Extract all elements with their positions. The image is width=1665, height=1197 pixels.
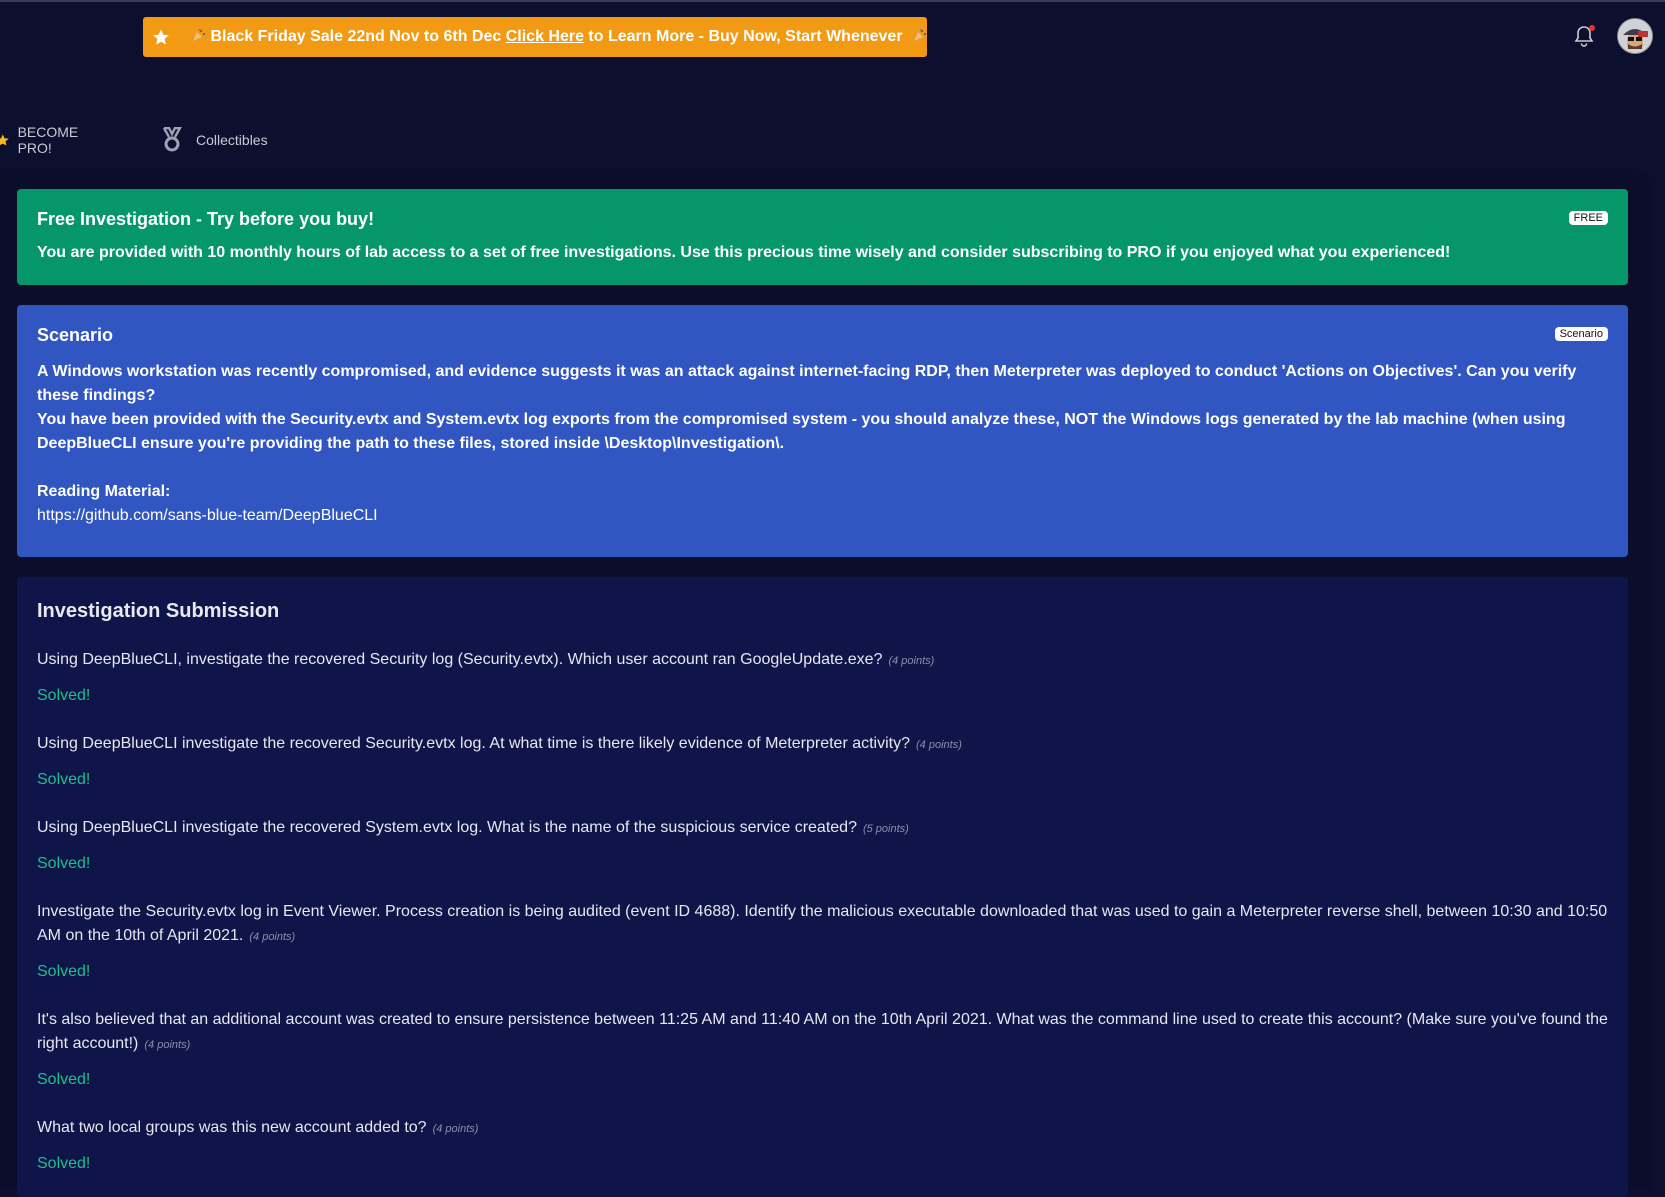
star-icon [145,28,176,46]
question-4: Investigate the Security.evtx log in Eve… [37,903,1608,944]
question-points: (4 points) [144,1039,191,1051]
party-popper-icon [914,28,927,41]
user-avatar[interactable] [1617,18,1653,54]
banner-text-prefix: Black Friday Sale 22nd Nov to 6th Dec [210,28,506,45]
star-icon [0,134,9,146]
question-points: (4 points) [888,655,935,667]
solved-status: Solved! [37,1155,91,1172]
scenario-title: Scenario [37,325,114,345]
black-friday-banner: Black Friday Sale 22nd Nov to 6th Dec Cl… [143,17,927,57]
solved-status: Solved! [37,963,91,980]
scenario-paragraph-2: You have been provided with the Security… [37,411,1566,452]
nav-become-pro-label: BECOME PRO! [17,124,79,156]
question-1: Using DeepBlueCLI, investigate the recov… [37,651,935,668]
nav-collectibles-label: Collectibles [196,132,268,148]
solved-status: Solved! [37,771,91,788]
banner-click-here-link[interactable]: Click Here [506,28,584,45]
solved-status: Solved! [37,855,91,872]
investigation-submission-card: Investigation Submission Using DeepBlueC… [17,577,1628,1197]
scenario-card: Scenario Scenario A Windows workstation … [17,305,1628,557]
scenario-badge: Scenario [1554,327,1608,341]
question-points: (4 points) [432,1123,479,1135]
solved-status: Solved! [37,687,91,704]
reading-material-link[interactable]: https://github.com/sans-blue-team/DeepBl… [37,504,1608,528]
question-points: (4 points) [916,739,962,751]
question-points: (4 points) [249,931,296,943]
scenario-paragraph-1: A Windows workstation was recently compr… [37,363,1577,404]
banner-text-suffix: to Learn More - Buy Now, Start Whenever [583,28,903,45]
window-top-border [0,0,1665,2]
notification-dot [1589,25,1595,31]
free-investigation-card: Free Investigation - Try before you buy!… [17,189,1628,285]
question-5: It's also believed that an additional ac… [37,1011,1608,1052]
nav-become-pro[interactable]: BECOME PRO! [0,124,85,156]
solved-status: Solved! [37,1071,91,1088]
medal-icon [162,127,182,152]
question-points: (5 points) [862,823,909,835]
reading-material-label: Reading Material: [37,483,171,500]
free-badge: FREE [1568,211,1608,225]
question-6: What two local groups was this new accou… [37,1119,479,1136]
party-popper-icon [193,28,206,41]
free-card-text: You are provided with 10 monthly hours o… [37,244,1451,261]
free-card-title: Free Investigation - Try before you buy! [37,209,375,229]
banner-message: Black Friday Sale 22nd Nov to 6th Dec Cl… [192,28,927,46]
question-3: Using DeepBlueCLI investigate the recove… [37,819,909,836]
question-2: Using DeepBlueCLI investigate the recove… [37,735,962,752]
nav-collectibles[interactable]: Collectibles [160,125,268,155]
investigation-title: Investigation Submission [37,600,280,622]
notification-bell-icon[interactable] [1573,24,1595,48]
